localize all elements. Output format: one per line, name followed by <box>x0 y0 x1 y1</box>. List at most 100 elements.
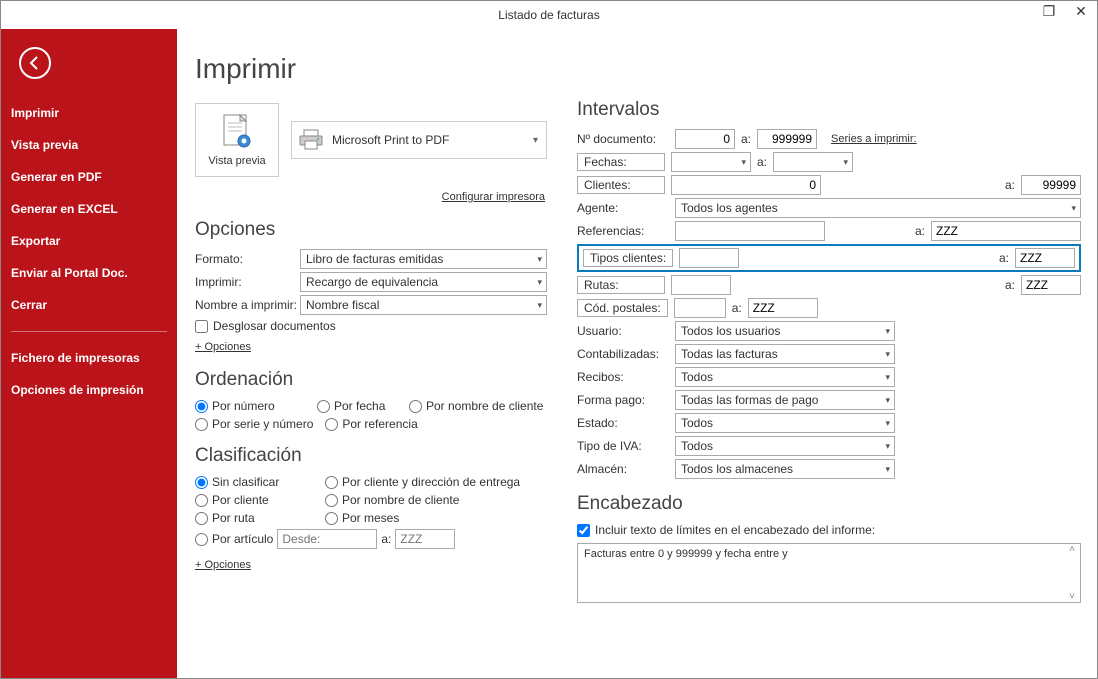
fecha-desde-select[interactable]: ▾ <box>671 152 751 172</box>
chevron-down-icon: ▾ <box>537 300 542 311</box>
clientes-button[interactable]: Clientes: <box>577 176 665 194</box>
rutas-from-input[interactable] <box>671 275 731 295</box>
mas-opciones-link[interactable]: + Opciones <box>195 341 251 353</box>
rutas-to-input[interactable] <box>1021 275 1081 295</box>
chevron-down-icon: ▾ <box>843 157 848 168</box>
recibos-select[interactable]: Todos▾ <box>675 367 895 387</box>
chevron-down-icon: ▾ <box>537 277 542 288</box>
sidebar-item-opciones-impresion[interactable]: Opciones de impresión <box>1 374 177 406</box>
encabezado-textarea[interactable]: Facturas entre 0 y 999999 y fecha entre … <box>577 543 1081 603</box>
estado-select[interactable]: Todos▾ <box>675 413 895 433</box>
a-label: a: <box>1005 278 1015 292</box>
page-title: Imprimir <box>195 53 547 85</box>
series-imprimir-link[interactable]: Series a imprimir: <box>831 133 917 145</box>
back-button[interactable] <box>19 47 51 79</box>
scrollbar[interactable]: ˄˅ <box>1064 544 1080 602</box>
imprimir-label: Imprimir: <box>195 275 300 289</box>
usuario-label: Usuario: <box>577 324 669 338</box>
maximize-icon[interactable]: ❐ <box>1037 3 1061 20</box>
estado-label: Estado: <box>577 416 669 430</box>
nombre-select[interactable]: Nombre fiscal▾ <box>300 295 547 315</box>
sidebar-item-fichero-impresoras[interactable]: Fichero de impresoras <box>1 342 177 374</box>
clasif-por-ruta[interactable]: Por ruta <box>195 511 325 525</box>
cp-to-input[interactable] <box>748 298 818 318</box>
orden-por-numero[interactable]: Por número <box>195 399 305 413</box>
clientes-to-input[interactable] <box>1021 175 1081 195</box>
sidebar-item-generar-excel[interactable]: Generar en EXCEL <box>1 193 177 225</box>
clientes-from-input[interactable] <box>671 175 821 195</box>
a-label: a: <box>732 301 742 315</box>
articulo-hasta-input[interactable] <box>395 529 455 549</box>
ref-to-input[interactable] <box>931 221 1081 241</box>
sidebar-item-generar-pdf[interactable]: Generar en PDF <box>1 161 177 193</box>
title-bar: Listado de facturas ❐ ✕ <box>1 1 1097 29</box>
window-title: Listado de facturas <box>498 8 599 22</box>
sidebar-item-enviar-portal[interactable]: Enviar al Portal Doc. <box>1 257 177 289</box>
sidebar-separator <box>11 331 167 332</box>
sidebar-item-cerrar[interactable]: Cerrar <box>1 289 177 321</box>
referencias-label: Referencias: <box>577 224 669 238</box>
ndoc-from-input[interactable] <box>675 129 735 149</box>
imprimir-select[interactable]: Recargo de equivalencia▾ <box>300 272 547 292</box>
orden-por-referencia[interactable]: Por referencia <box>325 417 435 431</box>
fechas-button[interactable]: Fechas: <box>577 153 665 171</box>
encabezado-heading: Encabezado <box>577 493 1081 515</box>
chevron-down-icon: ▾ <box>885 395 890 406</box>
desglosar-checkbox[interactable]: Desglosar documentos <box>195 319 547 333</box>
clasif-por-cliente[interactable]: Por cliente <box>195 493 325 507</box>
ordenacion-heading: Ordenación <box>195 369 547 391</box>
sidebar-item-exportar[interactable]: Exportar <box>1 225 177 257</box>
rutas-button[interactable]: Rutas: <box>577 276 665 294</box>
sidebar-item-vista-previa[interactable]: Vista previa <box>1 129 177 161</box>
chevron-down-icon: ▾ <box>885 418 890 429</box>
fecha-hasta-select[interactable]: ▾ <box>773 152 853 172</box>
contabilizadas-select[interactable]: Todas las facturas▾ <box>675 344 895 364</box>
tipo-iva-select[interactable]: Todos▾ <box>675 436 895 456</box>
nombre-label: Nombre a imprimir: <box>195 298 300 312</box>
clasif-por-articulo[interactable]: Por artículo <box>195 532 273 546</box>
incluir-texto-checkbox[interactable]: Incluir texto de límites en el encabezad… <box>577 523 1081 537</box>
sidebar: Imprimir Vista previa Generar en PDF Gen… <box>1 29 177 678</box>
orden-por-nombre-cliente[interactable]: Por nombre de cliente <box>409 399 543 413</box>
configurar-impresora-link[interactable]: Configurar impresora <box>442 191 545 203</box>
ref-from-input[interactable] <box>675 221 825 241</box>
cod-postales-button[interactable]: Cód. postales: <box>577 299 668 317</box>
a-label: a: <box>741 132 751 146</box>
mas-opciones-clasif-link[interactable]: + Opciones <box>195 559 251 571</box>
vista-previa-button[interactable]: Vista previa <box>195 103 279 177</box>
opciones-heading: Opciones <box>195 219 547 241</box>
contabilizadas-label: Contabilizadas: <box>577 347 669 361</box>
clasif-cliente-direccion[interactable]: Por cliente y dirección de entrega <box>325 475 547 489</box>
close-icon[interactable]: ✕ <box>1069 3 1093 20</box>
sidebar-item-imprimir[interactable]: Imprimir <box>1 97 177 129</box>
formato-select[interactable]: Libro de facturas emitidas▾ <box>300 249 547 269</box>
cp-from-input[interactable] <box>674 298 726 318</box>
orden-por-fecha[interactable]: Por fecha <box>317 399 397 413</box>
orden-por-serie-numero[interactable]: Por serie y número <box>195 417 313 431</box>
printer-select[interactable]: Microsoft Print to PDF ▾ <box>291 121 547 159</box>
recibos-label: Recibos: <box>577 370 669 384</box>
articulo-desde-input[interactable] <box>277 529 377 549</box>
tipos-clientes-button[interactable]: Tipos clientes: <box>583 249 673 267</box>
chevron-down-icon: ▾ <box>885 441 890 452</box>
a-label: a: <box>1005 178 1015 192</box>
agente-select[interactable]: Todos los agentes▾ <box>675 198 1081 218</box>
tipos-to-input[interactable] <box>1015 248 1075 268</box>
chevron-down-icon: ▾ <box>885 349 890 360</box>
chevron-down-icon: ▾ <box>741 157 746 168</box>
clasif-por-nombre-cliente[interactable]: Por nombre de cliente <box>325 493 547 507</box>
clasif-sin-clasificar[interactable]: Sin clasificar <box>195 475 325 489</box>
forma-pago-select[interactable]: Todas las formas de pago▾ <box>675 390 895 410</box>
chevron-down-icon: ▾ <box>885 326 890 337</box>
tipos-from-input[interactable] <box>679 248 739 268</box>
formato-label: Formato: <box>195 252 300 266</box>
clasif-por-meses[interactable]: Por meses <box>325 511 547 525</box>
chevron-down-icon: ▾ <box>533 135 538 146</box>
usuario-select[interactable]: Todos los usuarios▾ <box>675 321 895 341</box>
arrow-left-icon <box>27 55 43 71</box>
almacen-select[interactable]: Todos los almacenes▾ <box>675 459 895 479</box>
scroll-up-icon[interactable]: ˄ <box>1069 544 1075 555</box>
ndoc-to-input[interactable] <box>757 129 817 149</box>
tipo-iva-label: Tipo de IVA: <box>577 439 669 453</box>
scroll-down-icon[interactable]: ˅ <box>1069 591 1075 602</box>
